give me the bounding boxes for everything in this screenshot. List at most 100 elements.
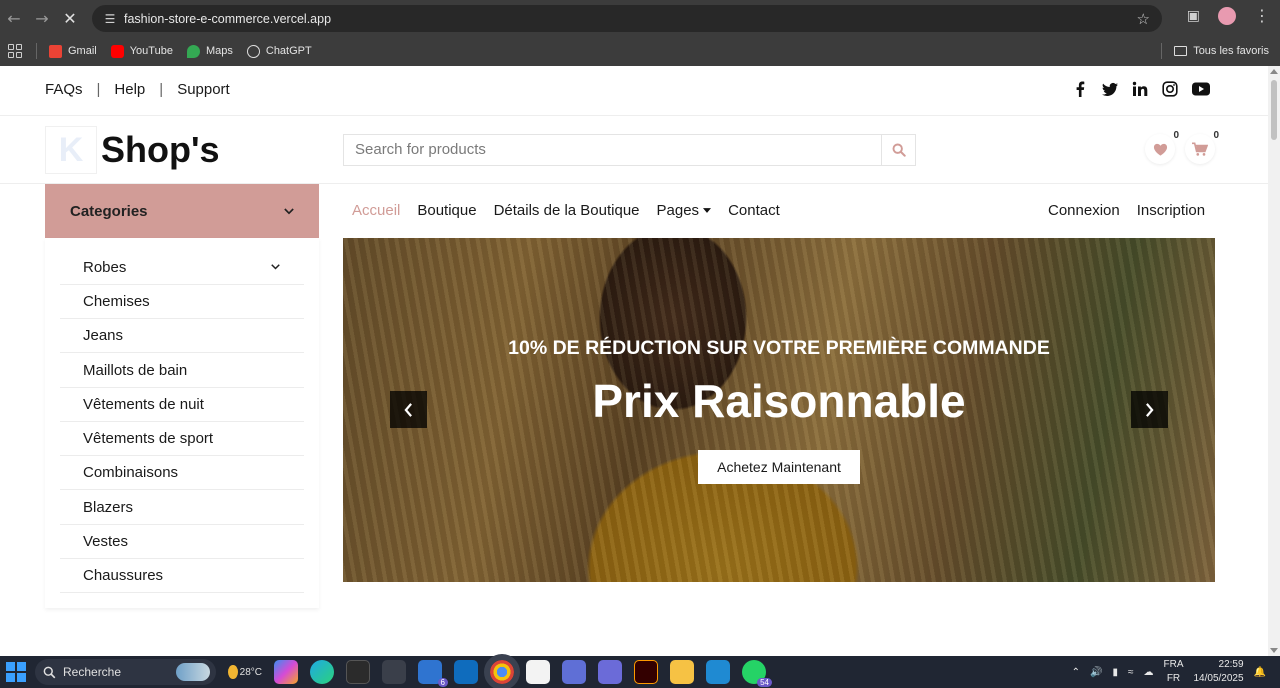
illustrator-icon[interactable] xyxy=(634,660,658,684)
file-explorer-icon[interactable] xyxy=(670,660,694,684)
bookmark-chatgpt[interactable]: ChatGPT xyxy=(246,44,312,58)
instagram-icon[interactable] xyxy=(1162,81,1178,97)
p-app-icon[interactable] xyxy=(598,660,622,684)
category-item[interactable]: Vêtements de sport xyxy=(60,422,304,456)
category-label: Vêtements de sport xyxy=(83,430,214,447)
register-link[interactable]: Inscription xyxy=(1137,202,1205,219)
faqs-link[interactable]: FAQs xyxy=(45,81,83,98)
categories-toggle[interactable]: Categories xyxy=(45,184,319,238)
edge-icon[interactable] xyxy=(310,660,334,684)
profile-avatar[interactable] xyxy=(1218,6,1236,25)
category-item[interactable]: Combinaisons xyxy=(60,456,304,490)
chevron-down-icon xyxy=(284,207,294,214)
categories-title: Categories xyxy=(70,202,148,220)
site-info-icon[interactable]: ☰ xyxy=(96,12,124,26)
store-icon[interactable] xyxy=(526,660,550,684)
url-text[interactable]: fashion-store-e-commerce.vercel.app xyxy=(124,12,331,26)
nav-details-boutique[interactable]: Détails de la Boutique xyxy=(494,202,640,219)
linkedin-icon[interactable] xyxy=(1132,81,1148,97)
gmail-icon xyxy=(49,44,62,58)
vscode-icon[interactable] xyxy=(706,660,730,684)
category-item[interactable]: Jeans xyxy=(60,319,304,353)
category-label: Robes xyxy=(83,259,127,276)
battery-icon[interactable]: ▮ xyxy=(1112,667,1118,678)
bookmark-star-icon[interactable]: ☆ xyxy=(1137,10,1150,28)
windows-start-icon[interactable] xyxy=(6,662,26,682)
nav-pages-dropdown[interactable]: Pages xyxy=(657,202,712,219)
whatsapp-icon[interactable]: 54 xyxy=(742,660,772,687)
scroll-up-icon[interactable] xyxy=(1270,69,1278,74)
system-clock[interactable]: 22:59 14/05/2025 xyxy=(1193,658,1243,686)
main-nav: Accueil Boutique Détails de la Boutique … xyxy=(352,202,780,219)
notifications-bell-icon[interactable]: 🔔 xyxy=(1254,667,1266,678)
wifi-icon[interactable]: ≈ xyxy=(1128,667,1134,678)
help-links: FAQs | Help | Support xyxy=(45,81,230,98)
chrome-icon[interactable] xyxy=(484,654,520,688)
taskbar-search[interactable]: Recherche xyxy=(35,659,216,685)
forward-button[interactable]: → xyxy=(28,4,56,32)
system-tray: ⌃ 🔊 ▮ ≈ ☁ FRA FR 22:59 14/05/2025 🔔 xyxy=(1072,656,1266,688)
search-input[interactable]: Search for products xyxy=(344,135,881,165)
carousel-prev-button[interactable] xyxy=(390,391,427,428)
bookmarks-bar: Gmail YouTube Maps ChatGPT Tous les favo… xyxy=(0,36,1280,66)
carousel-next-button[interactable] xyxy=(1131,391,1168,428)
stop-loading-button[interactable]: ✕ xyxy=(56,4,84,32)
favorites-divider xyxy=(1161,43,1163,59)
category-item[interactable]: Robes xyxy=(60,251,304,285)
cart-button[interactable]: 0 xyxy=(1185,130,1219,164)
wishlist-button[interactable]: 0 xyxy=(1145,130,1179,164)
tray-chevron-up-icon[interactable]: ⌃ xyxy=(1072,667,1080,678)
bookmark-maps[interactable]: Maps xyxy=(186,44,233,58)
terminal-icon[interactable] xyxy=(346,660,370,684)
browser-menu-icon[interactable]: ⋮ xyxy=(1254,6,1270,25)
language-indicator[interactable]: FRA FR xyxy=(1163,658,1183,686)
network-icon[interactable]: ☁ xyxy=(1143,667,1153,678)
youtube-icon[interactable] xyxy=(1192,81,1210,97)
category-item[interactable]: Maillots de bain xyxy=(60,354,304,388)
help-link[interactable]: Help xyxy=(114,81,145,98)
nav-boutique[interactable]: Boutique xyxy=(417,202,476,219)
nav-accueil[interactable]: Accueil xyxy=(352,202,400,219)
logo-mark: K xyxy=(45,126,97,174)
bookmark-gmail[interactable]: Gmail xyxy=(49,44,97,58)
weather-temp: 28°C xyxy=(239,666,262,678)
support-link[interactable]: Support xyxy=(177,81,230,98)
copilot-icon[interactable] xyxy=(274,660,298,684)
hero-carousel: 10% DE RÉDUCTION SUR VOTRE PREMIÈRE COMM… xyxy=(343,238,1215,582)
social-links xyxy=(1072,81,1210,97)
chevron-down-icon[interactable] xyxy=(271,251,280,285)
outlook-icon[interactable] xyxy=(454,660,478,684)
bookmark-youtube[interactable]: YouTube xyxy=(110,44,173,58)
category-label: Blazers xyxy=(83,499,134,516)
twitter-icon[interactable] xyxy=(1102,81,1118,97)
back-button[interactable]: ← xyxy=(0,4,28,32)
shop-now-button[interactable]: Achetez Maintenant xyxy=(698,450,860,484)
dev-app-icon[interactable] xyxy=(382,660,406,684)
login-link[interactable]: Connexion xyxy=(1048,202,1120,219)
facebook-icon[interactable] xyxy=(1072,81,1088,97)
page-scrollbar[interactable] xyxy=(1268,66,1280,656)
weather-icon xyxy=(228,665,238,679)
hero-subtitle: 10% DE RÉDUCTION SUR VOTRE PREMIÈRE COMM… xyxy=(508,337,1050,359)
folder-icon xyxy=(1174,46,1188,56)
volume-icon[interactable]: 🔊 xyxy=(1090,667,1102,678)
category-item[interactable]: Vestes xyxy=(60,525,304,559)
all-favorites[interactable]: Tous les favoris xyxy=(1161,43,1269,59)
app-with-badge-icon[interactable]: 6 xyxy=(418,660,448,687)
category-item[interactable]: Chaussures xyxy=(60,559,304,593)
nav-contact[interactable]: Contact xyxy=(728,202,780,219)
bookmark-label: YouTube xyxy=(129,45,173,57)
site-logo[interactable]: K Shop's xyxy=(45,126,220,174)
search-button[interactable] xyxy=(881,135,915,165)
scrollbar-thumb[interactable] xyxy=(1271,80,1277,140)
extensions-icon[interactable]: ▣ xyxy=(1187,8,1200,24)
scroll-down-icon[interactable] xyxy=(1270,648,1278,653)
web-page: FAQs | Help | Support K Shop's Search fo… xyxy=(0,66,1268,656)
address-bar[interactable]: ☰ fashion-store-e-commerce.vercel.app ☆ xyxy=(92,5,1162,32)
apps-grid-icon[interactable] xyxy=(8,44,22,58)
category-item[interactable]: Vêtements de nuit xyxy=(60,388,304,422)
category-item[interactable]: Blazers xyxy=(60,491,304,525)
weather-widget[interactable]: 28°C xyxy=(228,660,262,684)
teams-icon[interactable] xyxy=(562,660,586,684)
category-item[interactable]: Chemises xyxy=(60,285,304,319)
